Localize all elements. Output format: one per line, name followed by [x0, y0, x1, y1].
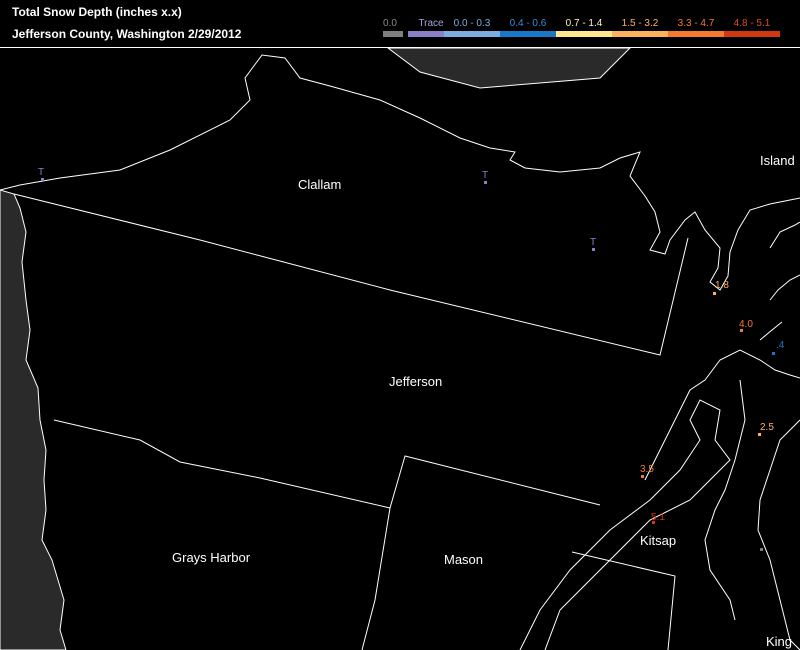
county-label-mason: Mason	[444, 552, 484, 567]
obs-value-2.5: 2.5	[760, 422, 774, 433]
legend-label: 0.4 - 0.6	[509, 18, 547, 29]
legend-item-0.4-0.6: 0.4 - 0.6	[500, 18, 556, 37]
strait-shoreline	[0, 54, 800, 291]
obs-marker-trace	[592, 248, 595, 251]
kitsap-east-shoreline	[704, 379, 746, 621]
obs-marker-0.4	[772, 352, 775, 355]
legend-item-4.8-5.1: 4.8 - 5.1	[724, 18, 780, 37]
legend-label: 3.3 - 4.7	[677, 18, 715, 29]
legend-label: 1.5 - 3.2	[621, 18, 659, 29]
map-title: Total Snow Depth (inches x.x)	[12, 5, 182, 19]
obs-value-1.8: 1.8	[715, 280, 729, 291]
obs-value-trace: T	[590, 237, 597, 248]
mason-kitsap-boundary	[571, 551, 676, 650]
island-shoreline	[759, 221, 800, 341]
legend-swatch	[500, 31, 556, 37]
map-header: Total Snow Depth (inches x.x) Jefferson …	[0, 0, 800, 47]
hood-canal-shoreline	[519, 399, 731, 650]
legend-label: 4.8 - 5.1	[733, 18, 771, 29]
county-label-clallam: Clallam	[298, 177, 342, 192]
obs-value-0.4: .4	[776, 340, 785, 351]
county-label-island: Island	[760, 153, 795, 168]
legend-swatch	[556, 31, 612, 37]
legend-item-1.5-3.2: 1.5 - 3.2	[612, 18, 668, 37]
county-label-grays-harbor: Grays Harbor	[172, 550, 251, 565]
legend-item-0-0.3: 0.0 - 0.3	[444, 18, 500, 37]
legend-swatch	[383, 31, 403, 37]
legend-swatch	[668, 31, 724, 37]
county-label-kitsap: Kitsap	[640, 533, 677, 548]
obs-marker-3.5	[641, 475, 644, 478]
puget-sound-shoreline	[757, 419, 800, 650]
obs-marker-2.5	[758, 433, 761, 436]
obs-value-5.1: 5.1	[651, 512, 665, 523]
map-canvas	[0, 47, 800, 650]
obs-value-3.5: 3.5	[640, 464, 654, 475]
graysharbor-mason-boundary	[361, 507, 391, 650]
county-label-king: King	[766, 634, 793, 649]
map-subtitle: Jefferson County, Washington 2/29/2012	[12, 27, 242, 41]
legend-item-3.3-4.7: 3.3 - 4.7	[668, 18, 724, 37]
obs-marker-1.8	[713, 292, 716, 295]
obs-value-trace: T	[482, 170, 489, 181]
legend-item-0.7-1.4: 0.7 - 1.4	[556, 18, 612, 37]
legend-swatch	[444, 31, 500, 37]
obs-marker-zero	[760, 548, 763, 551]
county-label-jefferson: Jefferson	[389, 374, 443, 389]
obs-value-4.0: 4.0	[739, 319, 753, 330]
kitsap-north-shoreline	[644, 349, 800, 481]
clallam-jefferson-boundary	[13, 193, 689, 356]
obs-value-trace: T	[38, 167, 45, 178]
jefferson-graysharbor-boundary	[53, 419, 601, 509]
map-area: Clallam Jefferson Grays Harbor Mason Kit…	[0, 47, 800, 650]
obs-marker-trace	[41, 178, 44, 181]
legend-swatch	[612, 31, 668, 37]
legend-label: 0.7 - 1.4	[565, 18, 603, 29]
legend-label: 0.0 - 0.3	[453, 18, 491, 29]
legend-swatch	[724, 31, 780, 37]
obs-marker-trace	[484, 181, 487, 184]
vancouver-island-landmass	[386, 47, 632, 89]
